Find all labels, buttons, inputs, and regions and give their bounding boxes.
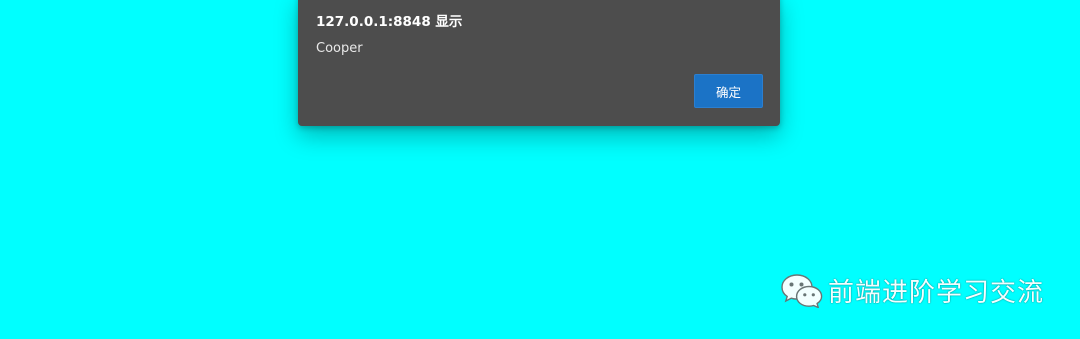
- dialog-title: 127.0.0.1:8848 显示: [316, 14, 463, 30]
- wechat-icon: [781, 274, 823, 308]
- alert-dialog: 127.0.0.1:8848 显示 Cooper 确定: [298, 0, 780, 126]
- watermark-text: 前端进阶学习交流: [828, 277, 1045, 308]
- watermark: 前端进阶学习交流: [780, 270, 1044, 310]
- ok-button[interactable]: 确定: [694, 74, 763, 108]
- dialog-message: Cooper: [316, 41, 363, 56]
